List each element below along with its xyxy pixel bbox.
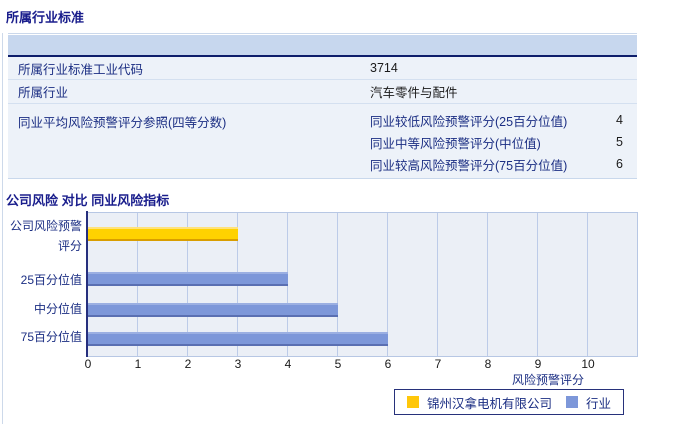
subrow-25th-percentile: 同业较低风险预警评分(25百分位值) 4 <box>370 109 637 131</box>
x-tick: 0 <box>84 357 92 371</box>
y-category-median: 中分位值 <box>33 302 82 316</box>
legend-company-label: 锦州汉拿电机有限公司 <box>427 396 553 411</box>
medium-risk-score-value: 5 <box>616 135 623 149</box>
x-tick: 3 <box>234 357 242 371</box>
y-category-company-score: 公司风险预警评分 <box>9 219 82 253</box>
gridline <box>437 213 438 356</box>
table-row: 所属行业标准工业代码 3714 <box>8 57 637 80</box>
industry-name-value: 汽车零件与配件 <box>370 86 458 100</box>
x-tick: 6 <box>384 357 392 371</box>
y-category-25th-percentile: 25百分位值 <box>20 273 82 287</box>
x-tick: 10 <box>581 357 595 371</box>
x-tick: 5 <box>334 357 342 371</box>
risk-report-page: 所属行业标准 所属行业标准工业代码 3714 所属行业 汽车零件与配件 同业平均… <box>0 0 681 424</box>
bar-company-score <box>88 227 238 241</box>
plot-area <box>88 212 638 357</box>
low-risk-score-label: 同业较低风险预警评分(25百分位值) <box>370 114 568 129</box>
industry-name-label: 所属行业 <box>18 86 69 100</box>
x-tick: 7 <box>434 357 442 371</box>
risk-comparison-bar-chart: 公司风险预警评分 25百分位值 中分位值 75百分位值 0 1 2 3 4 5 … <box>0 206 681 424</box>
legend-industry-label: 行业 <box>586 396 612 411</box>
gridline <box>487 213 488 356</box>
bar-25th-percentile <box>88 272 288 286</box>
gridline <box>587 213 588 356</box>
bar-75th-percentile <box>88 332 388 346</box>
table-row: 同业平均风险预警评分参照(四等分数) 同业较低风险预警评分(25百分位值) 4 … <box>8 104 637 179</box>
peer-average-score-label: 同业平均风险预警评分参照(四等分数) <box>18 116 227 130</box>
x-tick: 9 <box>534 357 542 371</box>
subrow-median: 同业中等风险预警评分(中位值) 5 <box>370 131 637 153</box>
x-tick: 1 <box>134 357 142 371</box>
subrow-75th-percentile: 同业较高风险预警评分(75百分位值) 6 <box>370 153 637 175</box>
low-risk-score-value: 4 <box>616 113 623 127</box>
medium-risk-score-label: 同业中等风险预警评分(中位值) <box>370 136 541 151</box>
industry-standard-section-title: 所属行业标准 <box>6 10 85 25</box>
high-risk-score-label: 同业较高风险预警评分(75百分位值) <box>370 158 568 173</box>
gridline <box>537 213 538 356</box>
industry-standard-table: 所属行业标准工业代码 3714 所属行业 汽车零件与配件 同业平均风险预警评分参… <box>8 33 637 179</box>
x-tick: 2 <box>184 357 192 371</box>
x-axis-title: 风险预警评分 <box>511 373 584 387</box>
y-category-75th-percentile: 75百分位值 <box>20 330 82 344</box>
table-header-bar <box>8 35 637 57</box>
industry-code-value: 3714 <box>370 61 398 75</box>
peer-score-subrows: 同业较低风险预警评分(25百分位值) 4 同业中等风险预警评分(中位值) 5 同… <box>370 109 637 175</box>
industry-code-label: 所属行业标准工业代码 <box>18 62 144 77</box>
high-risk-score-value: 6 <box>616 157 623 171</box>
legend-industry-swatch-icon <box>566 396 579 408</box>
legend-company-swatch-icon <box>407 396 419 408</box>
chart-legend: 锦州汉拿电机有限公司 行业 <box>394 389 625 415</box>
bar-median <box>88 303 338 317</box>
table-row: 所属行业 汽车零件与配件 <box>8 80 637 104</box>
x-tick: 8 <box>484 357 492 371</box>
x-tick: 4 <box>284 357 292 371</box>
